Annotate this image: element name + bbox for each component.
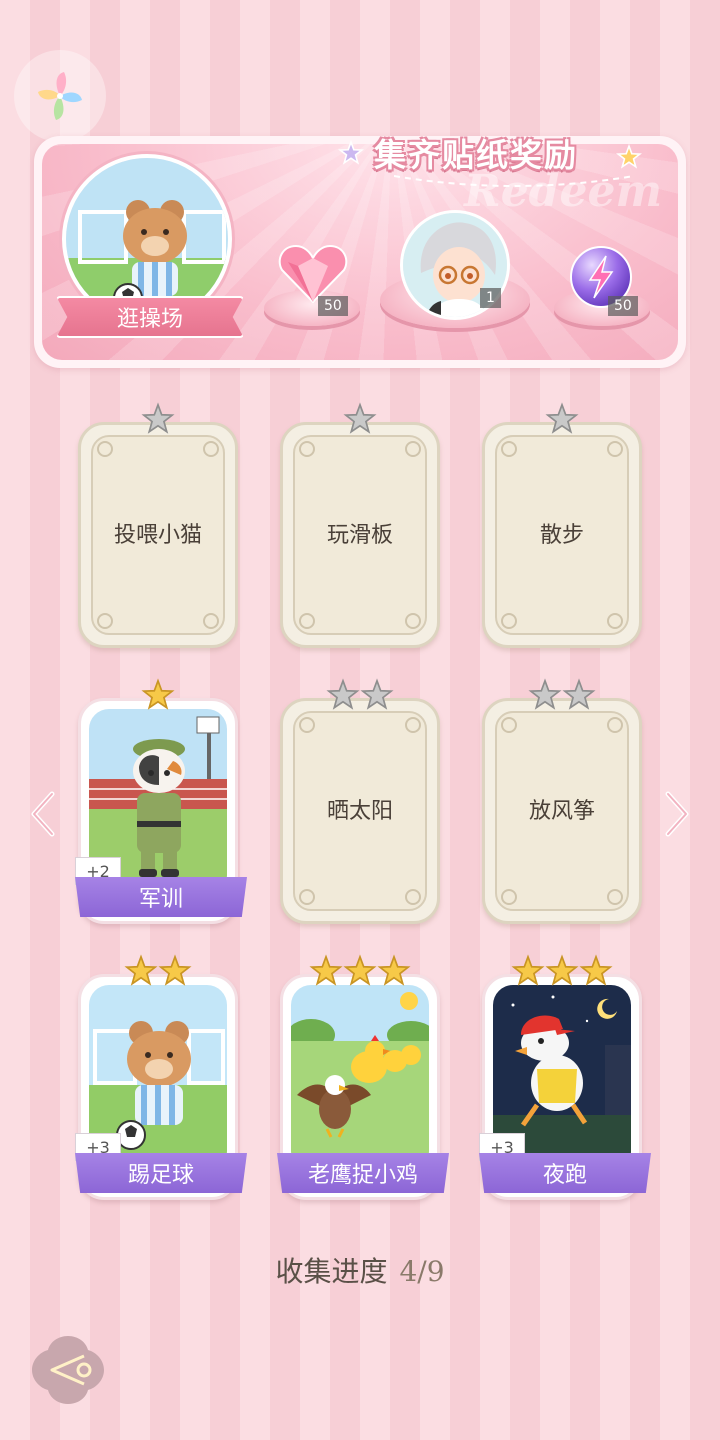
star-icon [579,954,613,986]
sticker-card[interactable]: 晒太阳 [280,678,440,924]
locked-card: 放风筝 [482,698,642,924]
dashed-arc [394,175,634,187]
card-name: 投喂小猫 [113,523,202,548]
sticker-card[interactable]: +3 踢足球 [75,954,247,1200]
progress-label: 收集进度 [275,1255,388,1288]
card-name: 放风筝 [528,799,595,824]
back-button[interactable] [30,1334,106,1406]
location-label: 逛操场 [56,296,244,338]
unlocked-card: +3 踢足球 [75,974,247,1200]
star-icon [377,954,411,986]
card-stars [78,402,238,436]
star-icon [616,144,642,169]
star-icon [326,678,360,710]
card-stars [280,402,440,436]
reward-count: 50 [608,296,638,316]
sticker-card[interactable]: +2 军训 [75,678,247,924]
star-icon [141,402,175,434]
sticker-card[interactable]: +3 夜跑 [479,954,651,1200]
star-icon [360,678,394,710]
back-arrow-icon [32,1336,104,1404]
unlocked-card: +3 夜跑 [479,974,651,1200]
reward-count: 50 [318,296,348,316]
card-name: 踢足球 [75,1153,247,1193]
sticker-card[interactable]: 玩滑板 [280,402,440,648]
banner-title-area: 集齐贴纸奖励 [334,130,664,190]
star-icon [338,140,364,165]
star-icon [124,954,158,986]
card-stars [78,954,238,988]
chevron-right-icon[interactable] [664,790,692,838]
sticker-card[interactable]: 老鹰捉小鸡 [277,954,449,1200]
card-name: 玩滑板 [326,523,393,548]
reward-count: 1 [480,288,501,308]
card-stars [78,678,238,712]
star-icon [141,678,175,710]
locked-card: 散步 [482,422,642,648]
card-name: 军训 [75,877,247,917]
sticker-card[interactable]: 散步 [482,402,642,648]
locked-card: 玩滑板 [280,422,440,648]
card-name: 夜跑 [479,1153,651,1193]
card-stars [482,954,642,988]
star-icon [343,402,377,434]
collection-progress: 收集进度 4/9 [0,1250,720,1290]
card-stars [482,678,642,712]
reward-banner: Redeem 集齐贴纸奖励 逛操场 50 1 50 [34,100,686,368]
chevron-left-icon[interactable] [28,790,56,838]
star-icon [511,954,545,986]
star-icon [158,954,192,986]
banner-title: 集齐贴纸奖励 [374,136,579,174]
sticker-card[interactable]: 放风筝 [482,678,642,924]
star-icon [343,954,377,986]
card-name: 老鹰捉小鸡 [277,1153,449,1193]
card-name: 晒太阳 [326,799,393,824]
card-stars [482,402,642,436]
eagle-catch-chicks-illustration [291,985,429,1171]
star-icon [545,954,579,986]
star-icon [562,678,596,710]
card-stars [280,678,440,712]
locked-card: 投喂小猫 [78,422,238,648]
card-stars [280,954,440,988]
progress-value: 4/9 [399,1255,445,1288]
star-icon [309,954,343,986]
unlocked-card: +2 军训 [75,698,247,924]
star-icon [528,678,562,710]
card-name: 散步 [539,523,584,548]
unlocked-card: 老鹰捉小鸡 [277,974,449,1200]
sticker-card[interactable]: 投喂小猫 [78,402,238,648]
locked-card: 晒太阳 [280,698,440,924]
star-icon [545,402,579,434]
